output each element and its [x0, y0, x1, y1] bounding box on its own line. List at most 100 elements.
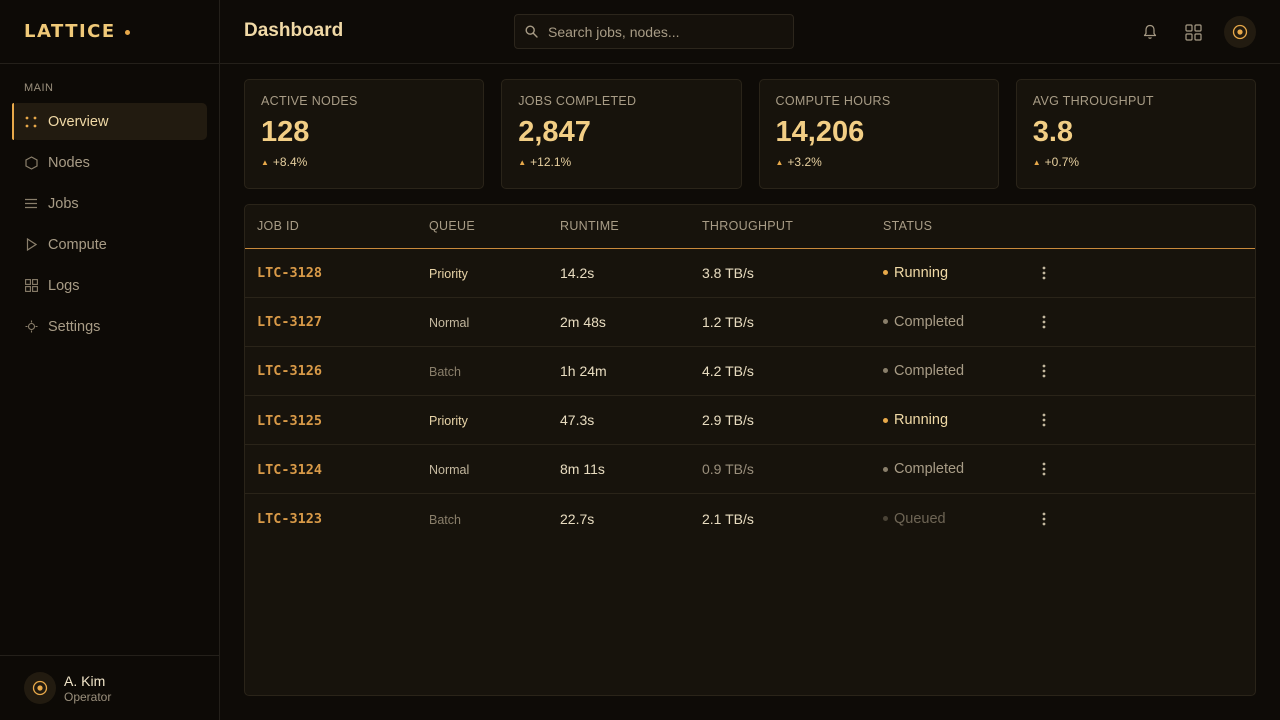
sidebar-item-settings[interactable]: Settings [12, 308, 207, 345]
sidebar-nav: Overview Nodes Jobs Compute Logs Setting… [0, 103, 219, 345]
more-vertical-icon [1042, 512, 1046, 526]
sidebar-item-logs[interactable]: Logs [12, 267, 207, 304]
stat-value: 128 [261, 116, 310, 148]
row-menu-button[interactable] [1034, 361, 1054, 381]
more-vertical-icon [1042, 266, 1046, 279]
runtime-cell: 8m 11s [560, 461, 605, 478]
table-row[interactable]: LTC-3128 Priority 14.2s 3.8 TB/s Running [245, 248, 1255, 298]
table-header-row: JOB ID QUEUE RUNTIME THROUGHPUT STATUS [245, 205, 1255, 248]
runtime-cell: 22.7s [560, 510, 595, 527]
queue-label: Priority [429, 266, 468, 281]
search-input[interactable] [548, 23, 778, 40]
status-text: Running [894, 264, 949, 281]
stat-delta-value: +12.1% [530, 155, 572, 169]
sidebar-item-label: Nodes [48, 154, 90, 171]
user-role: Operator [64, 689, 112, 704]
status-text: Completed [894, 362, 965, 379]
trend-up-icon: ▲ [261, 157, 269, 167]
sidebar-item-compute[interactable]: Compute [12, 226, 207, 263]
throughput-cell: 1.2 TB/s [702, 313, 754, 330]
jobs-table-panel: JOB ID QUEUE RUNTIME THROUGHPUT STATUS L… [244, 204, 1256, 696]
brand-dot-icon [124, 30, 130, 35]
brand-logo[interactable]: LATTICE [24, 21, 116, 42]
more-vertical-icon [1042, 413, 1046, 427]
job-id-link[interactable]: LTC-3124 [257, 462, 322, 478]
trend-up-icon: ▲ [775, 157, 784, 167]
status-dot-icon [883, 516, 888, 522]
user-profile[interactable]: A. Kim Operator [0, 655, 219, 720]
bell-icon [1143, 24, 1157, 39]
nav-section-label: MAIN [24, 82, 54, 94]
grid-icon [24, 279, 38, 293]
stat-delta-value: +0.7% [1044, 155, 1080, 169]
column-header-throughput[interactable]: THROUGHPUT [690, 205, 871, 248]
status-dot-icon [883, 319, 888, 325]
column-header-queue[interactable]: QUEUE [417, 205, 548, 248]
job-id-link[interactable]: LTC-3127 [257, 314, 322, 330]
row-menu-button[interactable] [1034, 263, 1054, 283]
stat-value: 14,206 [775, 116, 865, 148]
table-row[interactable]: LTC-3127 Normal 2m 48s 1.2 TB/s Complete… [245, 297, 1255, 347]
search-box[interactable] [514, 14, 794, 49]
sidebar-item-label: Logs [48, 277, 80, 294]
row-menu-button[interactable] [1034, 459, 1054, 479]
runtime-cell: 47.3s [560, 412, 595, 429]
profile-button[interactable] [1224, 16, 1256, 48]
sidebar-item-nodes[interactable]: Nodes [12, 144, 207, 181]
stat-label: JOBS COMPLETED [518, 94, 637, 108]
stat-card-avg-throughput: AVG THROUGHPUT 3.8 ▲ +0.7% [1015, 79, 1256, 189]
row-menu-button[interactable] [1034, 509, 1054, 529]
notifications-button[interactable] [1134, 16, 1166, 48]
status-text: Completed [894, 461, 965, 478]
stat-value: 3.8 [1032, 116, 1074, 148]
job-id-link[interactable]: LTC-3123 [257, 511, 322, 527]
queue-label: Batch [429, 364, 461, 379]
stat-card-compute-hours: COMPUTE HOURS 14,206 ▲ +3.2% [758, 79, 999, 189]
table-row[interactable]: LTC-3126 Batch 1h 24m 4.2 TB/s Completed [245, 346, 1255, 396]
job-id-link[interactable]: LTC-3125 [257, 413, 322, 429]
throughput-cell: 2.9 TB/s [702, 412, 754, 429]
jobs-table: JOB ID QUEUE RUNTIME THROUGHPUT STATUS L… [245, 205, 1255, 543]
column-header-job-id[interactable]: JOB ID [245, 205, 417, 248]
sidebar-item-jobs[interactable]: Jobs [12, 185, 207, 222]
job-id-link[interactable]: LTC-3126 [257, 363, 322, 379]
table-row[interactable]: LTC-3123 Batch 22.7s 2.1 TB/s Queued [245, 494, 1255, 543]
stat-delta: ▲ +0.7% [1033, 155, 1239, 169]
queue-label: Normal [429, 315, 470, 330]
runtime-cell: 14.2s [560, 264, 595, 281]
stat-delta: ▲ +12.1% [518, 155, 724, 169]
more-vertical-icon [1042, 462, 1046, 476]
sidebar-item-overview[interactable]: Overview [12, 103, 207, 140]
column-header-runtime[interactable]: RUNTIME [548, 205, 690, 248]
column-header-status[interactable]: STATUS [871, 205, 1022, 248]
status-text: Running [894, 412, 949, 429]
queue-label: Batch [429, 512, 461, 527]
list-icon [24, 197, 38, 211]
throughput-cell: 3.8 TB/s [702, 264, 754, 281]
status-badge: Running [883, 412, 1022, 428]
row-menu-button[interactable] [1034, 312, 1054, 332]
column-header-actions [1022, 205, 1255, 248]
sidebar-item-label: Settings [48, 318, 101, 335]
apps-button[interactable] [1177, 16, 1209, 48]
table-row[interactable]: LTC-3125 Priority 47.3s 2.9 TB/s Running [245, 396, 1255, 445]
queue-label: Priority [429, 414, 468, 429]
trend-up-icon: ▲ [1032, 157, 1041, 167]
sidebar-item-label: Compute [48, 236, 107, 253]
stat-label: COMPUTE HOURS [775, 94, 891, 108]
stat-delta: ▲ +3.2% [776, 155, 982, 169]
user-name: A. Kim [64, 672, 106, 689]
sidebar: LATTICE MAIN Overview Nodes Jobs Compute… [0, 0, 220, 720]
stat-value: 2,847 [518, 116, 591, 148]
stat-card-jobs-completed: JOBS COMPLETED 2,847 ▲ +12.1% [501, 79, 742, 189]
sidebar-item-label: Overview [48, 113, 109, 130]
stat-cards: ACTIVE NODES 128 ▲ +8.4% JOBS COMPLETED 2… [244, 79, 1256, 189]
avatar[interactable] [24, 672, 56, 704]
queue-label: Normal [429, 463, 470, 478]
table-row[interactable]: LTC-3124 Normal 8m 11s 0.9 TB/s Complete… [245, 445, 1255, 494]
job-id-link[interactable]: LTC-3128 [257, 265, 322, 281]
row-menu-button[interactable] [1034, 410, 1054, 430]
apps-grid-icon [1184, 23, 1202, 41]
status-text: Queued [894, 510, 946, 527]
status-badge: Completed [883, 314, 1022, 330]
